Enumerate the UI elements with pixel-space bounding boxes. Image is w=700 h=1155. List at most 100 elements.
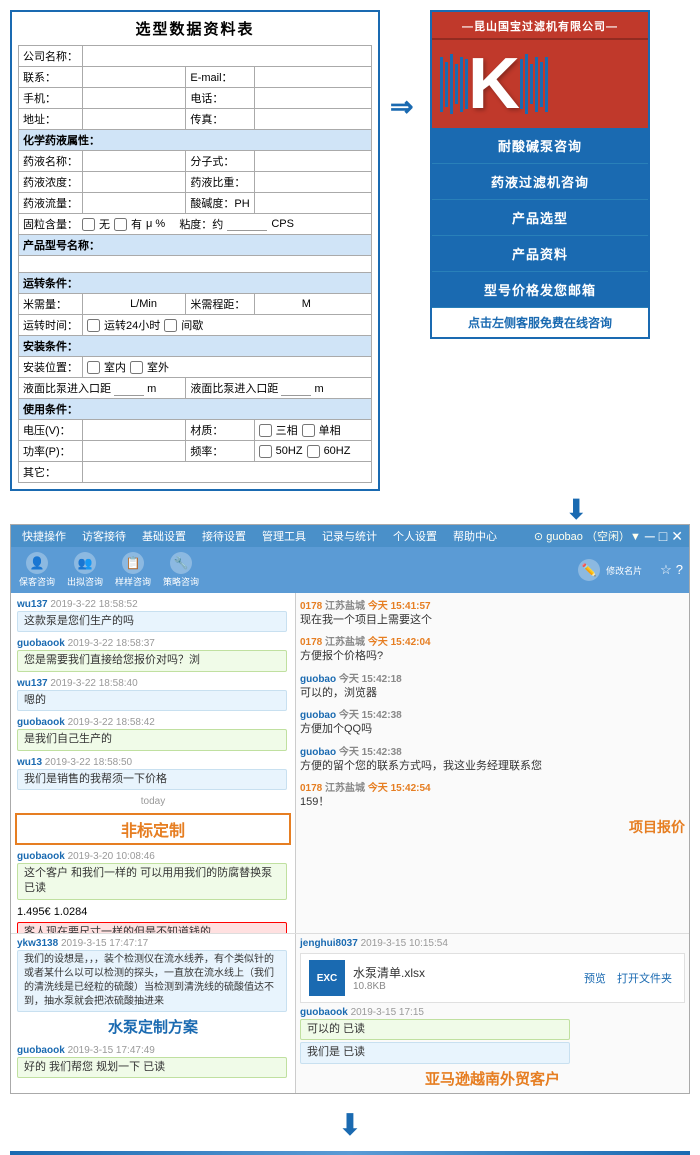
chat-minimize-btn[interactable]: ─ bbox=[645, 528, 655, 544]
file-preview-btn[interactable]: 预览 bbox=[584, 973, 606, 985]
btn-filter[interactable]: 药液过滤机咨询 bbox=[432, 164, 648, 200]
op-interval-check[interactable] bbox=[164, 319, 177, 332]
chat-help-btn[interactable]: ? bbox=[676, 562, 683, 578]
out-dist-text: 液面比泵进入口距 bbox=[190, 383, 278, 395]
op-flow-input[interactable] bbox=[87, 298, 127, 310]
bar11 bbox=[540, 62, 543, 107]
chat-icon-edit[interactable]: ✏️ 修改名片 bbox=[576, 557, 644, 584]
power-input[interactable] bbox=[87, 445, 181, 457]
icon-label-1: 出拟咨询 bbox=[67, 575, 103, 588]
sender-time-4: 2019-3-22 18:58:50 bbox=[45, 757, 132, 768]
chat-icons-row: 👤 保客咨询 👥 出拟咨询 📋 样样咨询 🔧 策略咨询 ✏️ 修改名片 ☆ ? bbox=[11, 547, 689, 593]
label-pump-custom: 水泵定制方案 bbox=[17, 1012, 289, 1041]
bottom-line bbox=[10, 1151, 690, 1155]
file-open-btn[interactable]: 打开文件夹 bbox=[617, 973, 672, 985]
bottom-right-resp-text: 可以的 已读 bbox=[300, 1019, 570, 1040]
voltage-label: 电压(V)： bbox=[19, 420, 83, 441]
molecular-input[interactable] bbox=[259, 155, 367, 167]
op-dist-input[interactable] bbox=[259, 298, 299, 310]
three-phase-check[interactable] bbox=[259, 424, 272, 437]
msg-sender-6: guobaook 2019-3-20 10:08:46 bbox=[17, 851, 289, 862]
install-indoor-check[interactable] bbox=[87, 361, 100, 374]
freq-label: 频率： bbox=[186, 441, 254, 462]
msg-group-4: wu13 2019-3-22 18:58:50 我们是销售的我帮须一下价格 bbox=[11, 755, 295, 792]
chem-name-input[interactable] bbox=[87, 155, 181, 167]
install-outdoor-label: 室外 bbox=[147, 359, 169, 375]
sg-value bbox=[254, 172, 371, 193]
solid-no-check[interactable] bbox=[82, 218, 95, 231]
sender-time-2: 2019-3-22 18:58:40 bbox=[50, 678, 137, 689]
chat-icon-3[interactable]: 🔧 策略咨询 bbox=[161, 550, 201, 590]
toolbar-item-0[interactable]: 快捷操作 bbox=[17, 527, 71, 545]
bottom-left-resp-name: guobaook bbox=[17, 1045, 65, 1056]
file-ext: EXC bbox=[317, 973, 338, 984]
toolbar-item-2[interactable]: 基础设置 bbox=[137, 527, 191, 545]
toolbar-item-3[interactable]: 接待设置 bbox=[197, 527, 251, 545]
flow-chem-input[interactable] bbox=[87, 197, 181, 209]
fax-input[interactable] bbox=[259, 113, 367, 125]
sender-name-2: wu137 bbox=[17, 678, 48, 689]
icon-circle-1: 👥 bbox=[74, 552, 96, 574]
chat-username: guobao bbox=[546, 531, 583, 543]
chat-user: ⊙ guobao （空闲）▼ bbox=[534, 528, 641, 544]
company-input[interactable] bbox=[87, 50, 367, 62]
icon-circle-3: 🔧 bbox=[170, 552, 192, 574]
freq-50-check[interactable] bbox=[259, 445, 272, 458]
sg-input[interactable] bbox=[259, 176, 367, 188]
chat-close-btn[interactable]: ✕ bbox=[671, 528, 683, 545]
email-input[interactable] bbox=[259, 71, 367, 83]
conc-label: 药液浓度： bbox=[19, 172, 83, 193]
toolbar-item-7[interactable]: 帮助中心 bbox=[448, 527, 502, 545]
molecular-value bbox=[254, 151, 371, 172]
address-label: 地址： bbox=[19, 109, 83, 130]
viscosity-input[interactable] bbox=[227, 218, 267, 231]
install-section: 安装条件： bbox=[19, 336, 372, 357]
sender-time-1: 2019-3-22 18:58:37 bbox=[68, 638, 155, 649]
btn-price-email[interactable]: 型号价格发您邮箱 bbox=[432, 272, 648, 308]
toolbar-item-5[interactable]: 记录与统计 bbox=[317, 527, 382, 545]
contact-input[interactable] bbox=[87, 71, 181, 83]
resp2-text: 已读 bbox=[343, 1046, 365, 1058]
chat-icon-2[interactable]: 📋 样样咨询 bbox=[113, 550, 153, 590]
toolbar-item-1[interactable]: 访客接待 bbox=[77, 527, 131, 545]
install-outdoor-check[interactable] bbox=[130, 361, 143, 374]
file-attachment: EXC 水泵清单.xlsx 10.8KB 预览 打开文件夹 bbox=[300, 953, 685, 1003]
phone-input[interactable] bbox=[259, 92, 367, 104]
barcode-left bbox=[440, 54, 468, 114]
op-24h-check[interactable] bbox=[87, 319, 100, 332]
chemical-section: 化学药液属性： bbox=[19, 130, 372, 151]
chat-maximize-btn[interactable]: □ bbox=[659, 528, 667, 544]
right-text-1: 方便报个价格吗? bbox=[300, 648, 685, 665]
btn-product-select[interactable]: 产品选型 bbox=[432, 200, 648, 236]
product-input[interactable] bbox=[23, 258, 367, 270]
out-dist-input[interactable] bbox=[281, 383, 311, 396]
file-actions[interactable]: 预览 打开文件夹 bbox=[580, 970, 676, 986]
mobile-input[interactable] bbox=[87, 92, 181, 104]
other-input[interactable] bbox=[87, 466, 367, 478]
right-msg-2: guobao 今天 15:42:18 可以的，浏览器 bbox=[300, 670, 685, 702]
solid-yes-check[interactable] bbox=[114, 218, 127, 231]
conc-input[interactable] bbox=[87, 176, 181, 188]
ph-input[interactable] bbox=[259, 197, 367, 209]
label-feidingzhi: 非标定制 bbox=[15, 813, 291, 845]
chat-user-status: （空闲）▼ bbox=[586, 531, 641, 543]
btn-product-info[interactable]: 产品资料 bbox=[432, 236, 648, 272]
toolbar-item-6[interactable]: 个人设置 bbox=[388, 527, 442, 545]
in-unit: m bbox=[147, 383, 156, 395]
arrow-down-container: ⬇ bbox=[0, 496, 700, 524]
chat-icon-1[interactable]: 👥 出拟咨询 bbox=[65, 550, 105, 590]
chat-icon-0[interactable]: 👤 保客咨询 bbox=[17, 550, 57, 590]
single-phase-check[interactable] bbox=[302, 424, 315, 437]
today-divider: today bbox=[11, 794, 295, 809]
molecular-label: 分子式： bbox=[186, 151, 254, 172]
address-input[interactable] bbox=[87, 113, 181, 125]
bar12 bbox=[545, 57, 548, 112]
freq-60-check[interactable] bbox=[307, 445, 320, 458]
voltage-input[interactable] bbox=[87, 424, 181, 436]
msg-group-1: guobaook 2019-3-22 18:58:37 您是需要我们直接给您报价… bbox=[11, 636, 295, 673]
chat-star-btn[interactable]: ☆ bbox=[660, 562, 672, 578]
btn-acid-pump[interactable]: 耐酸碱泵咨询 bbox=[432, 128, 648, 164]
toolbar-item-4[interactable]: 管理工具 bbox=[257, 527, 311, 545]
sender-name-0: wu137 bbox=[17, 599, 48, 610]
in-dist-input[interactable] bbox=[114, 383, 144, 396]
